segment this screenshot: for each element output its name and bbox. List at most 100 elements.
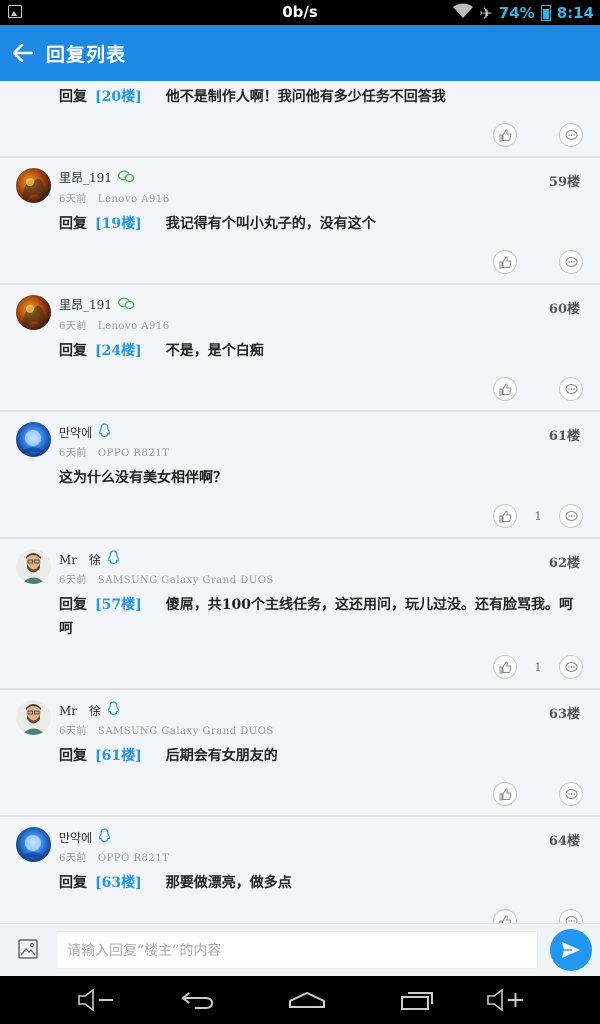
reply-floor-link[interactable]: [61楼] <box>95 748 142 764</box>
avatar[interactable] <box>16 295 51 330</box>
comment-button[interactable] <box>559 377 583 401</box>
comment-icon <box>565 256 577 267</box>
avatar[interactable] <box>16 827 51 862</box>
reply-body: 回复 [19楼] 我记得有个叫小丸子的，没有这个 <box>59 216 376 232</box>
status-right: ✈ 74% 8:14 <box>453 2 594 24</box>
user-name[interactable]: 里昂_191 <box>59 296 112 313</box>
device-name: SAMSUNG Galaxy Grand DUOS <box>97 575 274 586</box>
reply-list[interactable]: 回复 [20楼] 他不是制作人啊！我问他有多少任务不回答我 里昂_191 6天前 L… <box>0 81 600 923</box>
reply-item: 里昂_191 6天前 Lenovo A916 60楼 回复 [24楼] 不是，是个白… <box>0 285 600 412</box>
page-title: 回复列表 <box>46 43 127 66</box>
user-name-row: 만약에 <box>59 828 111 846</box>
send-icon <box>562 942 580 958</box>
comment-icon <box>565 661 577 672</box>
reply-body: 回复 [63楼] 那要做漂亮，做多点 <box>59 875 292 891</box>
reply-body: 回复 [20楼] 他不是制作人啊！我问他有多少任务不回答我 <box>59 89 446 105</box>
thumbs-up-icon <box>499 509 511 522</box>
reply-floor-link[interactable]: [19楼] <box>95 216 142 232</box>
battery-percent: 74% <box>498 4 535 22</box>
post-meta: 6天前 SAMSUNG Galaxy Grand DUOS <box>59 726 274 737</box>
reply-actions: 1 <box>493 655 583 679</box>
like-button[interactable] <box>493 504 517 528</box>
avatar[interactable] <box>16 168 51 203</box>
volume-down-icon <box>78 989 113 1011</box>
thumbs-up-icon <box>499 382 511 395</box>
reply-body: 回复 [57楼] 傻屌，共100个主线任务，这还用问，玩儿过没。还有脸骂我。呵呵 <box>59 597 573 637</box>
reply-body: 回复 [61楼] 后期会有女朋友的 <box>59 748 278 764</box>
reply-item: Mr 徐 6天前 SAMSUNG Galaxy Grand DUOS 62楼 回… <box>0 539 600 690</box>
back-button[interactable] <box>0 25 46 81</box>
thumbs-up-icon <box>499 255 511 268</box>
reply-actions <box>493 377 583 401</box>
like-button[interactable] <box>493 123 517 147</box>
reply-actions <box>493 782 583 806</box>
recent-apps-button[interactable] <box>398 986 438 1014</box>
device-name: OPPO R821T <box>97 853 170 864</box>
user-name[interactable]: Mr 徐 <box>59 551 101 568</box>
thumbs-up-icon <box>499 128 511 141</box>
comment-button[interactable] <box>559 782 583 806</box>
reply-actions: 1 <box>493 504 583 528</box>
reply-floor-link[interactable]: [63楼] <box>95 875 142 891</box>
comment-icon <box>565 788 577 799</box>
comment-button[interactable] <box>559 909 583 923</box>
comment-icon <box>565 915 577 923</box>
post-meta: 6天前 OPPO R821T <box>59 853 170 864</box>
home-button[interactable] <box>287 986 327 1014</box>
back-nav-button[interactable] <box>178 986 218 1014</box>
reply-actions <box>493 909 583 923</box>
user-name[interactable]: 만약에 <box>59 424 92 441</box>
reply-item: 만약에 6天前 OPPO R821T 61楼 这为什么没有美女相伴啊？ 1 <box>0 412 600 539</box>
avatar[interactable] <box>16 700 51 735</box>
like-button[interactable] <box>493 655 517 679</box>
avatar[interactable] <box>16 549 51 584</box>
reply-item: 里昂_191 6天前 Lenovo A916 59楼 回复 [19楼] 我记得有个叫… <box>0 158 600 285</box>
reply-body: 回复 [24楼] 不是，是个白痴 <box>59 343 264 359</box>
comment-button[interactable] <box>559 123 583 147</box>
like-button[interactable] <box>493 377 517 401</box>
floor-number: 63楼 <box>548 707 580 722</box>
user-name[interactable]: 만약에 <box>59 829 92 846</box>
qq-icon <box>107 701 120 719</box>
volume-up-button[interactable] <box>486 986 526 1014</box>
arrow-left-icon <box>13 44 33 62</box>
send-button[interactable] <box>550 929 592 971</box>
floor-number: 60楼 <box>548 302 580 317</box>
reply-actions <box>493 123 583 147</box>
reply-floor-link[interactable]: [57楼] <box>95 597 142 613</box>
user-name[interactable]: Mr 徐 <box>59 702 101 719</box>
reply-input[interactable]: 请输入回复“楼主”的内容 <box>56 931 538 969</box>
wechat-icon <box>117 297 135 313</box>
comment-icon <box>565 383 577 394</box>
airplane-icon: ✈ <box>479 3 493 23</box>
like-button[interactable] <box>493 250 517 274</box>
reply-body: 这为什么没有美女相伴啊？ <box>59 470 227 486</box>
post-meta: 6天前 Lenovo A916 <box>59 194 170 205</box>
reply-floor-link[interactable]: [24楼] <box>95 343 142 359</box>
qq-icon <box>98 423 111 441</box>
reply-item: Mr 徐 6天前 SAMSUNG Galaxy Grand DUOS 63楼 回… <box>0 690 600 817</box>
avatar[interactable] <box>16 422 51 457</box>
image-picker-button[interactable] <box>17 938 39 960</box>
reply-actions <box>493 250 583 274</box>
post-meta: 6天前 Lenovo A916 <box>59 321 170 332</box>
wechat-icon <box>117 170 135 186</box>
floor-number: 62楼 <box>548 556 580 571</box>
battery-icon <box>540 5 551 21</box>
floor-number: 61楼 <box>548 429 580 444</box>
like-button[interactable] <box>493 909 517 923</box>
back-nav-icon <box>181 992 214 1009</box>
reply-floor-link[interactable]: [20楼] <box>95 89 142 105</box>
comment-button[interactable] <box>559 655 583 679</box>
device-name: Lenovo A916 <box>97 194 170 205</box>
like-button[interactable] <box>493 782 517 806</box>
comment-button[interactable] <box>559 504 583 528</box>
status-bar: 0b/s ✈ 74% 8:14 <box>0 0 600 25</box>
reply-item: 만약에 6天前 OPPO R821T 64楼 回复 [63楼] 那要做漂亮，做多点 <box>0 817 600 923</box>
comment-button[interactable] <box>559 250 583 274</box>
device-name: OPPO R821T <box>97 448 170 459</box>
user-name[interactable]: 里昂_191 <box>59 169 112 186</box>
volume-down-button[interactable] <box>76 986 116 1014</box>
user-name-row: Mr 徐 <box>59 701 120 719</box>
like-count: 1 <box>534 509 542 523</box>
